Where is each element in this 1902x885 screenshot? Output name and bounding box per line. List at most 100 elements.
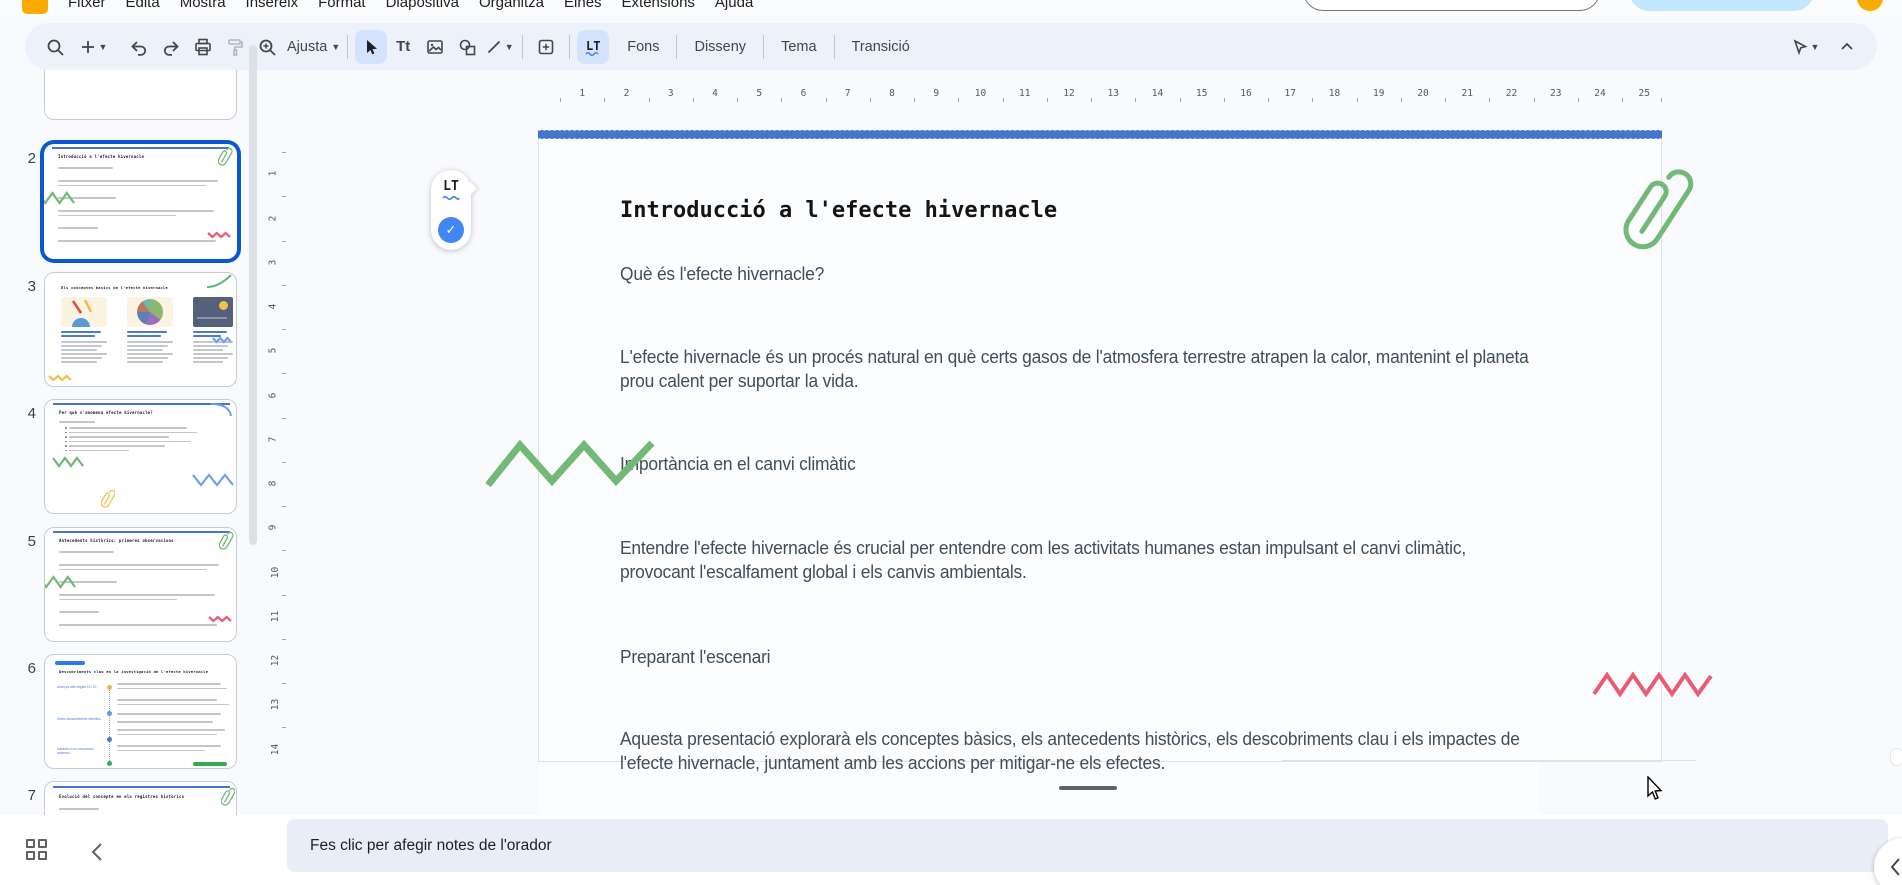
slide-thumbnail[interactable]: Antecedents històrics: primeres observac…: [44, 527, 237, 642]
slide-heading[interactable]: Què és l'efecte hivernacle?: [620, 262, 824, 286]
menu-item-ajuda[interactable]: Ajuda: [705, 0, 763, 13]
new-slide-button[interactable]: ▼: [77, 30, 109, 64]
ruler-h-number: 13: [1107, 88, 1119, 99]
menu-item-extensions[interactable]: Extensions: [612, 0, 705, 13]
thumb-text-line: [117, 729, 225, 731]
thumb-label: Grans descobriments científics: [57, 717, 101, 721]
slide-paragraph[interactable]: Entendre l'efecte hivernacle és crucial …: [620, 536, 1466, 583]
thumb-text-line: [69, 427, 187, 429]
thumb-text-line: [117, 683, 221, 685]
ruler-v-number: 12: [270, 654, 282, 667]
ruler-h-number: 8: [889, 88, 895, 99]
ruler-v-tick: [282, 683, 286, 685]
textbox-overflow-handle[interactable]: [1059, 786, 1117, 790]
thumb-text-line: [117, 733, 217, 736]
filmstrip-panel: 2 Introducció a l'efecte hivernacle 3 Els c…: [0, 70, 262, 815]
zoom-fit-select[interactable]: Ajusta ▼: [283, 30, 340, 64]
thumb-text-line: [127, 345, 168, 347]
insert-comment-button[interactable]: [530, 30, 562, 64]
slide-top-accent-bar[interactable]: [538, 130, 1662, 139]
thumb-text-line: [127, 341, 173, 343]
toolbar-separator: [569, 34, 571, 59]
menu-item-mostra[interactable]: Mostra: [170, 0, 236, 13]
collapse-filmstrip-icon[interactable]: [88, 841, 106, 863]
background-button[interactable]: Fons: [617, 30, 669, 64]
ruler-h-tick: [958, 98, 960, 102]
slides-logo-icon[interactable]: [22, 0, 48, 14]
insert-image-button[interactable]: [419, 30, 451, 64]
ruler-h-number: 1: [579, 88, 586, 99]
menu-item-edita[interactable]: Edita: [116, 0, 170, 13]
chevron-down-icon: ▼: [1810, 41, 1820, 52]
filmstrip-scrollbar[interactable]: [249, 45, 257, 545]
insert-line-button[interactable]: ▼: [483, 30, 515, 64]
slide-paragraph[interactable]: L'efecte hivernacle és un procés natural…: [620, 345, 1529, 392]
paperclip-decoration[interactable]: [1612, 156, 1702, 286]
ruler-v-tick: [282, 638, 286, 640]
thumb-text-line: [61, 335, 95, 337]
collapse-toolbar-button[interactable]: [1831, 30, 1863, 64]
check-badge[interactable]: ✓: [438, 217, 464, 243]
thumb-text-line: [127, 331, 167, 333]
menu-item-format[interactable]: Format: [308, 0, 376, 13]
languagetool-widget[interactable]: LT ✓: [431, 170, 477, 250]
undo-button[interactable]: [123, 30, 155, 64]
layout-button[interactable]: Disseny: [684, 30, 756, 64]
slide-paragraph[interactable]: Aquesta presentació explorarà els concep…: [620, 727, 1520, 774]
timeline-dot: [106, 737, 112, 742]
slide-thumbnail[interactable]: Descobriments clau en la investigació de…: [44, 654, 237, 769]
red-zigzag-decoration[interactable]: [1591, 668, 1721, 702]
paint-format-button[interactable]: [219, 30, 251, 64]
share-button[interactable]: [1629, 0, 1814, 11]
slide-thumbnail[interactable]: Evolució del concepte en els registres h…: [44, 781, 237, 815]
redo-button[interactable]: [155, 30, 187, 64]
pointer-options-button[interactable]: ▼: [1789, 30, 1821, 64]
slide-heading[interactable]: Preparant l'escenari: [620, 645, 771, 669]
green-zigzag-decoration[interactable]: [484, 435, 674, 493]
chevron-down-icon: ▼: [504, 41, 514, 52]
ruler-h-tick: [1445, 98, 1447, 102]
menu-item-diapositiva[interactable]: Diapositiva: [376, 0, 469, 13]
thumb-text-line: [117, 713, 221, 715]
transition-button[interactable]: Transició: [842, 30, 920, 64]
slide-title[interactable]: Introducció a l'efecte hivernacle: [620, 198, 1057, 223]
languagetool-button[interactable]: LT: [577, 29, 610, 64]
thumb-text-line: [127, 357, 168, 359]
ruler-v-tick: [282, 727, 286, 729]
menu-item-eines[interactable]: Eines: [554, 0, 612, 13]
thumb-text-line: [117, 749, 205, 752]
green-bar: [193, 762, 227, 766]
canvas-scrollbar-thumb[interactable]: [1890, 748, 1902, 766]
slide-thumbnail[interactable]: [44, 70, 241, 121]
search-icon[interactable]: [39, 30, 71, 64]
menu-item-insereix[interactable]: Insereix: [236, 0, 309, 13]
ruler-h-tick: [648, 98, 650, 102]
select-tool-button[interactable]: [355, 29, 388, 64]
slide-thumbnail[interactable]: Els conceptes bàsics de l'efecte hiverna…: [44, 272, 237, 387]
thumb-text-line: [127, 335, 161, 337]
insert-shape-button[interactable]: [451, 30, 483, 64]
text-box-button[interactable]: Tt: [387, 30, 419, 64]
pie-chart: [137, 299, 163, 325]
paperclip-icon: [221, 787, 235, 806]
thumb-text-line: [117, 721, 213, 723]
ruler-h-number: 12: [1063, 88, 1075, 99]
ruler-h-tick: [825, 98, 827, 102]
thumb-number: 5: [27, 533, 36, 550]
slide-thumbnail[interactable]: Per què s'anomena efecte hivernacle?: [44, 399, 237, 514]
menu-item-fitxer[interactable]: Fitxer: [58, 0, 116, 13]
thumb-accent-bar: [55, 661, 85, 665]
bullet-dot: [65, 449, 67, 452]
menu-item-organitza[interactable]: Organitza: [469, 0, 554, 13]
chevron-down-icon: ▼: [98, 41, 108, 52]
print-button[interactable]: [187, 30, 219, 64]
slide-thumbnail[interactable]: Introducció a l'efecte hivernacle: [44, 144, 237, 259]
grid-view-icon[interactable]: [26, 839, 47, 860]
ruler-h-tick: [1268, 98, 1270, 102]
thumb-text-line: [61, 341, 107, 343]
avatar[interactable]: [1857, 0, 1883, 11]
speaker-notes-input[interactable]: Fes clic per afegir notes de l'orador: [287, 819, 1888, 872]
search-menus-box[interactable]: [1303, 0, 1600, 11]
thumb-number: 3: [27, 278, 36, 295]
theme-button[interactable]: Tema: [771, 30, 826, 64]
